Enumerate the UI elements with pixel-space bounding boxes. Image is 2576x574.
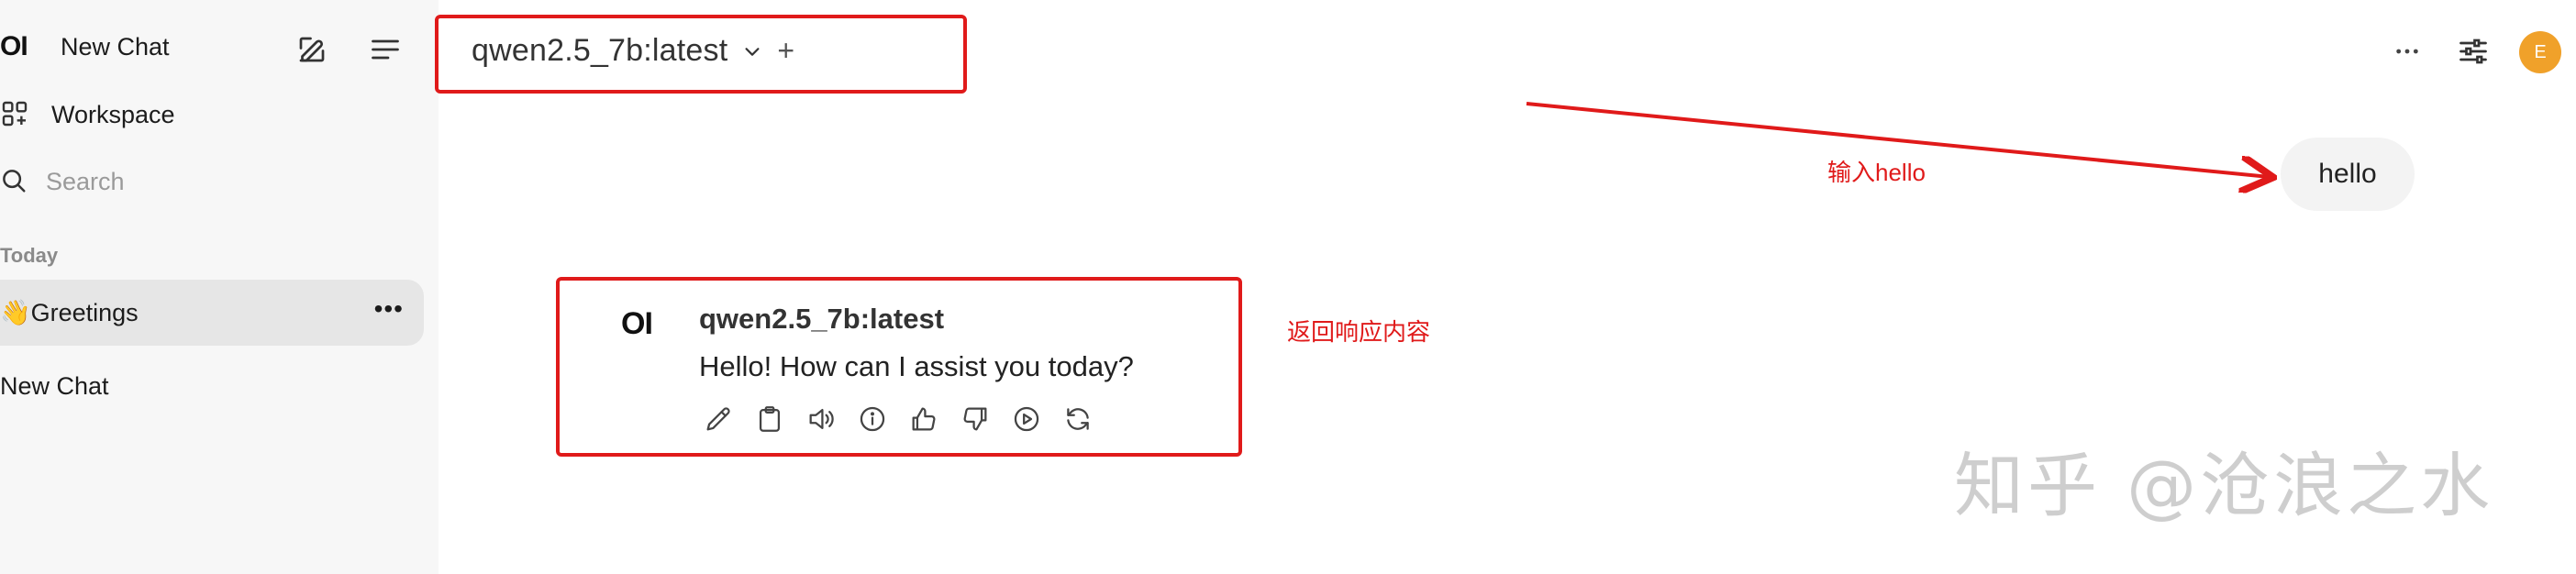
- thumbs-down-icon[interactable]: [960, 403, 993, 436]
- thumbs-up-icon[interactable]: [908, 403, 941, 436]
- user-message-bubble: hello: [2281, 138, 2415, 211]
- input-annotation-label: 输入hello: [1827, 159, 1926, 186]
- message-action-bar: [703, 403, 1095, 436]
- play-icon[interactable]: [1011, 403, 1044, 436]
- assistant-avatar: OI: [621, 306, 653, 341]
- edit-icon[interactable]: [703, 403, 736, 436]
- copy-icon[interactable]: [754, 403, 787, 436]
- info-icon[interactable]: [857, 403, 890, 436]
- watermark: 知乎 @沧浪之水: [1954, 445, 2494, 526]
- assistant-message-text: Hello! How can I assist you today?: [699, 350, 1134, 382]
- response-annotation-label: 返回响应内容: [1287, 318, 1431, 346]
- assistant-model-name: qwen2.5_7b:latest: [699, 303, 945, 335]
- speaker-icon[interactable]: [805, 403, 838, 436]
- regenerate-icon[interactable]: [1062, 403, 1095, 436]
